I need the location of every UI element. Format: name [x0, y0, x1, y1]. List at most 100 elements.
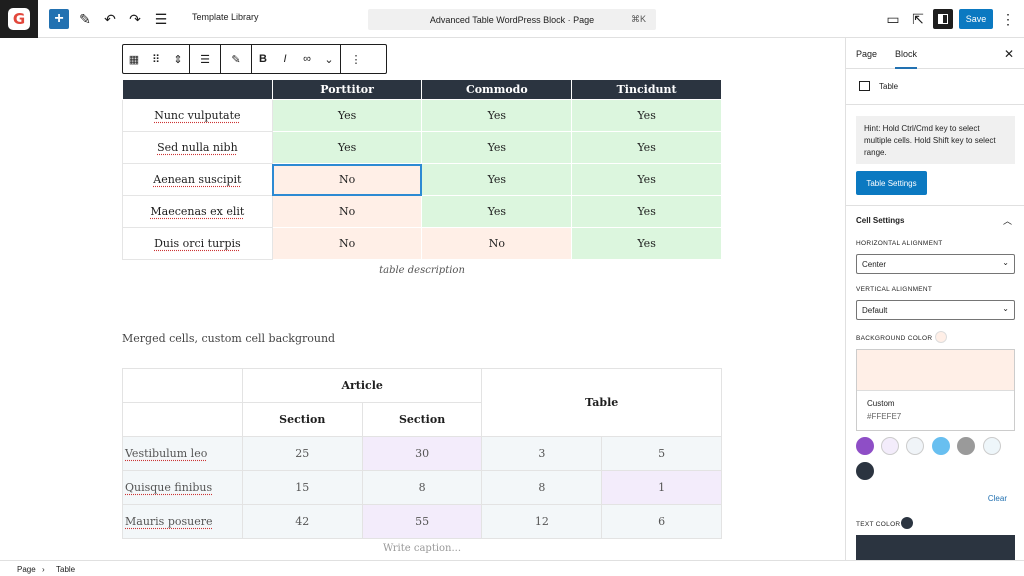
- vertical-alignment-select[interactable]: Default ⌄: [856, 300, 1015, 320]
- custom-color-picker[interactable]: Custom #FFEFE7: [856, 349, 1015, 431]
- bold-icon[interactable]: B: [252, 45, 274, 73]
- settings-panel-icon[interactable]: [933, 9, 953, 29]
- table-header-article[interactable]: Article: [241, 368, 483, 403]
- move-up-down-icon[interactable]: ⇕: [167, 45, 189, 73]
- table-row: Quisque finibus 15 8 8 1: [122, 470, 722, 505]
- template-library-link[interactable]: Template Library: [192, 12, 259, 22]
- table-cell[interactable]: No: [271, 227, 423, 260]
- table-cell[interactable]: 6: [601, 504, 722, 539]
- palette-swatch-gray[interactable]: [957, 437, 975, 455]
- undo-icon[interactable]: ↶: [100, 9, 120, 29]
- row-label[interactable]: Mauris posuere: [122, 504, 243, 539]
- table-cell[interactable]: 3: [481, 436, 603, 471]
- table-header-empty[interactable]: [122, 79, 273, 100]
- table-cell[interactable]: Yes: [421, 131, 573, 164]
- close-icon[interactable]: ✕: [1004, 47, 1014, 61]
- palette-swatch-light-gray[interactable]: [906, 437, 924, 455]
- table-cell[interactable]: Yes: [571, 131, 722, 164]
- color-swatch[interactable]: [857, 350, 1014, 391]
- table-cell[interactable]: Yes: [271, 131, 423, 164]
- align-icon[interactable]: ☰: [190, 45, 220, 73]
- paragraph-text[interactable]: Merged cells, custom cell background: [122, 332, 335, 345]
- row-label[interactable]: Vestibulum leo: [122, 436, 243, 471]
- italic-icon[interactable]: I: [274, 45, 296, 73]
- selected-table-cell[interactable]: No: [271, 163, 423, 196]
- table-cell[interactable]: 12: [481, 504, 603, 539]
- caption-placeholder[interactable]: Write caption...: [122, 543, 722, 554]
- table-icon[interactable]: ▦: [123, 45, 145, 73]
- add-block-button[interactable]: +: [49, 9, 69, 29]
- table-header-table[interactable]: Table: [481, 368, 722, 437]
- row-label[interactable]: Sed nulla nibh: [122, 131, 273, 164]
- chevron-down-icon: ⌄: [1002, 304, 1009, 313]
- palette-swatch-purple[interactable]: [856, 437, 874, 455]
- table-cell[interactable]: Yes: [421, 163, 573, 196]
- table-settings-button[interactable]: Table Settings: [856, 171, 927, 195]
- palette-swatch-lavender[interactable]: [881, 437, 899, 455]
- clear-button[interactable]: Clear: [988, 494, 1007, 503]
- breadcrumb-table[interactable]: Table: [56, 565, 75, 574]
- palette-swatch-blue[interactable]: [932, 437, 950, 455]
- table-cell[interactable]: Yes: [571, 195, 722, 228]
- table-cell[interactable]: Yes: [571, 99, 722, 132]
- row-label[interactable]: Duis orci turpis: [122, 227, 273, 260]
- table-cell[interactable]: Yes: [421, 99, 573, 132]
- external-link-icon[interactable]: ⇱: [908, 9, 928, 29]
- table-row: Maecenas ex elit No Yes Yes: [122, 195, 722, 228]
- table-header-tincidunt[interactable]: Tincidunt: [571, 79, 722, 100]
- row-label[interactable]: Quisque finibus: [122, 470, 243, 505]
- palette-swatch-pale-blue[interactable]: [983, 437, 1001, 455]
- table-cell[interactable]: No: [421, 227, 573, 260]
- table-cell[interactable]: 5: [601, 436, 722, 471]
- table-cell[interactable]: No: [271, 195, 423, 228]
- table-header-section[interactable]: Section: [361, 402, 483, 437]
- table-cell[interactable]: 30: [361, 436, 483, 471]
- block-options-icon[interactable]: ⋮: [341, 45, 371, 73]
- drag-handle-icon[interactable]: ⠿: [145, 45, 167, 73]
- highlight-icon[interactable]: ✎: [221, 45, 251, 73]
- table-cell[interactable]: 25: [241, 436, 363, 471]
- document-title: Advanced Table WordPress Block · Page: [429, 14, 595, 25]
- redo-icon[interactable]: ↷: [125, 9, 145, 29]
- pencil-icon[interactable]: ✎: [75, 9, 95, 29]
- save-button[interactable]: Save: [959, 9, 993, 29]
- table-cell[interactable]: Yes: [571, 227, 722, 260]
- table-cell[interactable]: 8: [361, 470, 483, 505]
- more-options-icon[interactable]: ⋮: [998, 9, 1018, 29]
- horizontal-alignment-select[interactable]: Center ⌄: [856, 254, 1015, 274]
- table-description[interactable]: table description: [122, 265, 722, 276]
- document-title-bar[interactable]: Advanced Table WordPress Block · Page ⌘K: [368, 9, 656, 30]
- tab-page[interactable]: Page: [856, 49, 877, 59]
- link-icon[interactable]: ∞: [296, 45, 318, 73]
- empty-header-cell[interactable]: [122, 368, 243, 403]
- table-cell[interactable]: 42: [241, 504, 363, 539]
- background-color-label: BACKGROUND COLOR: [856, 335, 933, 342]
- palette-swatch-dark[interactable]: [856, 462, 874, 480]
- table-cell[interactable]: 8: [481, 470, 603, 505]
- table-row: Mauris posuere 42 55 12 6: [122, 504, 722, 539]
- table-cell[interactable]: 1: [601, 470, 722, 505]
- cell-settings-title[interactable]: Cell Settings: [856, 216, 904, 225]
- block-toolbar: ▦ ⠿ ⇕ ☰ ✎ B I ∞ ⌄ ⋮: [122, 44, 387, 74]
- row-label[interactable]: Maecenas ex elit: [122, 195, 273, 228]
- chevron-down-icon[interactable]: ⌄: [318, 45, 340, 73]
- table-header-porttitor[interactable]: Porttitor: [271, 79, 423, 100]
- table-cell[interactable]: 55: [361, 504, 483, 539]
- breadcrumb-page[interactable]: Page: [17, 565, 36, 574]
- row-label[interactable]: Aenean suscipit: [122, 163, 273, 196]
- site-logo[interactable]: G: [0, 0, 38, 38]
- text-color-swatch[interactable]: [856, 535, 1015, 560]
- table-header-commodo[interactable]: Commodo: [421, 79, 573, 100]
- table-cell[interactable]: Yes: [271, 99, 423, 132]
- chevron-up-icon[interactable]: ︿: [1003, 214, 1012, 227]
- tab-block[interactable]: Block: [895, 49, 918, 69]
- table-cell[interactable]: Yes: [571, 163, 722, 196]
- empty-header-cell[interactable]: [122, 402, 243, 437]
- desktop-preview-icon[interactable]: ▭: [883, 9, 903, 29]
- list-view-icon[interactable]: ☰: [151, 9, 171, 29]
- table-header-section[interactable]: Section: [241, 402, 363, 437]
- table-cell[interactable]: Yes: [421, 195, 573, 228]
- table-cell[interactable]: 15: [241, 470, 363, 505]
- row-label[interactable]: Nunc vulputate: [122, 99, 273, 132]
- chevron-down-icon: ⌄: [1002, 258, 1009, 267]
